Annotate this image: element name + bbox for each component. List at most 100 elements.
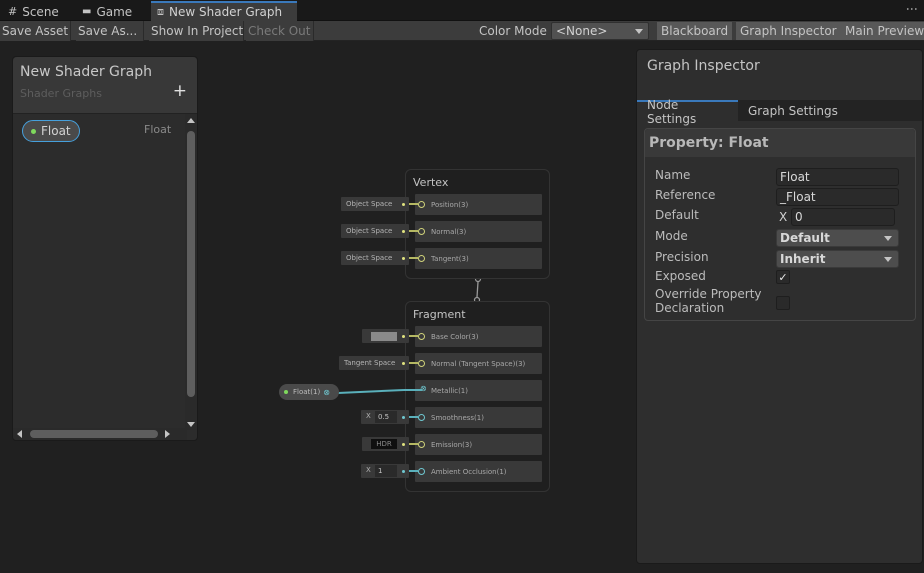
scroll-right-icon[interactable]	[165, 430, 170, 438]
fragment-node-title: Fragment	[413, 308, 466, 321]
input-port-icon[interactable]	[418, 201, 425, 208]
exposed-checkbox[interactable]: ✓	[776, 270, 790, 284]
output-port-icon[interactable]: ⊗	[323, 388, 330, 397]
tab-new-shader-graph[interactable]: ⧈ New Shader Graph	[151, 1, 297, 21]
edge	[409, 203, 418, 205]
exposed-label: Exposed	[655, 269, 706, 283]
override-property-declaration-label: Override Property Declaration	[655, 287, 762, 315]
graph-inspector-panel: Graph Inspector Node Settings Graph Sett…	[636, 49, 923, 564]
color-swatch[interactable]	[371, 332, 397, 341]
edge	[409, 470, 418, 472]
input-port-icon[interactable]	[418, 360, 425, 367]
color-mode-value: <None>	[556, 24, 608, 38]
precision-dropdown[interactable]: Inherit	[776, 250, 899, 268]
tab-scene[interactable]: # Scene	[2, 2, 65, 21]
input-port-icon[interactable]	[418, 255, 425, 262]
vertex-slot-normal[interactable]: Normal(3)	[415, 221, 542, 242]
ambient-occlusion-value-field[interactable]: 1	[375, 465, 397, 477]
default-value-field[interactable]: 0	[791, 208, 895, 226]
scroll-left-icon[interactable]	[17, 430, 22, 438]
tab-game-label: Game	[96, 4, 133, 19]
tab-graph-settings[interactable]: Graph Settings	[738, 100, 848, 121]
shader-graph-toolbar: Save Asset Save As... Show In Project Ch…	[0, 21, 924, 41]
mode-dropdown[interactable]: Default	[776, 229, 899, 247]
add-property-button[interactable]: +	[173, 83, 187, 100]
color-mode-label: Color Mode	[479, 24, 547, 38]
save-asset-button[interactable]: Save Asset	[0, 21, 71, 41]
vertex-node-title: Vertex	[413, 176, 449, 189]
save-as-button[interactable]: Save As...	[76, 21, 144, 41]
show-in-project-button[interactable]: Show In Project	[149, 21, 244, 41]
port-dot-icon	[402, 362, 405, 365]
edge	[409, 416, 418, 418]
more-options-icon[interactable]: ⋮	[905, 3, 919, 15]
main-preview-toggle-button[interactable]: Main Preview	[841, 22, 924, 40]
scrollbar-thumb[interactable]	[187, 131, 195, 397]
scroll-down-icon[interactable]	[187, 422, 195, 427]
fragment-context-node[interactable]: Fragment Base Color(3) Normal (Tangent S…	[405, 301, 550, 492]
chevron-down-icon	[884, 257, 892, 262]
input-port-icon[interactable]	[418, 441, 425, 448]
override-property-declaration-checkbox[interactable]	[776, 296, 790, 310]
normal-space-input[interactable]: Object Space	[341, 224, 409, 238]
blackboard-toggle-button[interactable]: Blackboard	[657, 22, 733, 40]
name-field[interactable]: Float	[776, 168, 899, 186]
check-out-button: Check Out	[246, 21, 314, 41]
graph-inspector-toggle-button[interactable]: Graph Inspector	[736, 22, 841, 40]
property-type: Float	[144, 123, 172, 136]
smoothness-value-field[interactable]: 0.5	[375, 411, 397, 423]
blackboard-horizontal-scrollbar[interactable]	[13, 428, 187, 440]
input-port-icon[interactable]	[418, 228, 425, 235]
fragment-slot-normal[interactable]: Normal (Tangent Space)(3)	[415, 353, 542, 374]
input-port-icon[interactable]	[418, 333, 425, 340]
property-dot-icon	[284, 390, 288, 394]
reference-label: Reference	[655, 188, 716, 202]
emission-input[interactable]: HDR	[362, 437, 409, 451]
fragment-slot-smoothness[interactable]: Smoothness(1)	[415, 407, 542, 428]
fragment-slot-emission[interactable]: Emission(3)	[415, 434, 542, 455]
tangent-space-input[interactable]: Object Space	[341, 251, 409, 265]
float-property-node[interactable]: Float(1) ⊗	[279, 384, 339, 400]
input-port-icon[interactable]	[418, 414, 425, 421]
vertex-context-node[interactable]: Vertex Position(3) Normal(3) Tangent(3)	[405, 169, 550, 279]
color-mode-select[interactable]: <None>	[551, 22, 649, 40]
vertex-slot-position[interactable]: Position(3)	[415, 194, 542, 215]
edge	[409, 257, 418, 259]
port-dot-icon	[402, 257, 405, 260]
port-dot-icon	[402, 230, 405, 233]
precision-label: Precision	[655, 250, 709, 264]
edge	[409, 335, 418, 337]
tab-node-settings[interactable]: Node Settings	[637, 98, 738, 126]
float-to-metallic-edge[interactable]	[336, 385, 426, 397]
ambient-occlusion-input[interactable]: X 1	[361, 464, 409, 478]
fragment-slot-base-color[interactable]: Base Color(3)	[415, 326, 542, 347]
blackboard-property-float[interactable]: Float	[22, 120, 80, 142]
property-name: Float	[41, 124, 71, 138]
normal-space-input[interactable]: Tangent Space	[339, 356, 409, 370]
edge	[409, 443, 418, 445]
tab-new-shader-graph-label: New Shader Graph	[169, 5, 283, 19]
property-header: Property: Float	[645, 129, 915, 157]
property-dot-icon	[31, 128, 36, 134]
blackboard-header[interactable]: New Shader Graph Shader Graphs +	[13, 57, 197, 114]
position-space-input[interactable]: Object Space	[341, 197, 409, 211]
fragment-slot-metallic[interactable]: ⊗ Metallic(1)	[415, 380, 542, 401]
blackboard-vertical-scrollbar[interactable]	[185, 114, 197, 430]
scroll-up-icon[interactable]	[187, 118, 195, 123]
smoothness-input[interactable]: X 0.5	[361, 410, 409, 424]
fragment-slot-ambient-occlusion[interactable]: Ambient Occlusion(1)	[415, 461, 542, 482]
hdr-color-swatch[interactable]: HDR	[371, 439, 397, 449]
scrollbar-thumb[interactable]	[30, 430, 158, 438]
base-color-input[interactable]	[362, 329, 409, 343]
blackboard-title: New Shader Graph	[20, 64, 152, 80]
port-dot-icon	[402, 416, 405, 419]
property-title: Property: Float	[649, 135, 769, 151]
reference-field[interactable]: _Float	[776, 188, 899, 206]
gamepad-icon: ▬	[82, 6, 92, 17]
edge	[409, 362, 418, 364]
input-port-icon[interactable]	[418, 468, 425, 475]
name-label: Name	[655, 168, 691, 182]
tab-game[interactable]: ▬ Game	[76, 2, 138, 21]
blackboard-panel: New Shader Graph Shader Graphs + Float F…	[12, 56, 198, 441]
vertex-slot-tangent[interactable]: Tangent(3)	[415, 248, 542, 269]
